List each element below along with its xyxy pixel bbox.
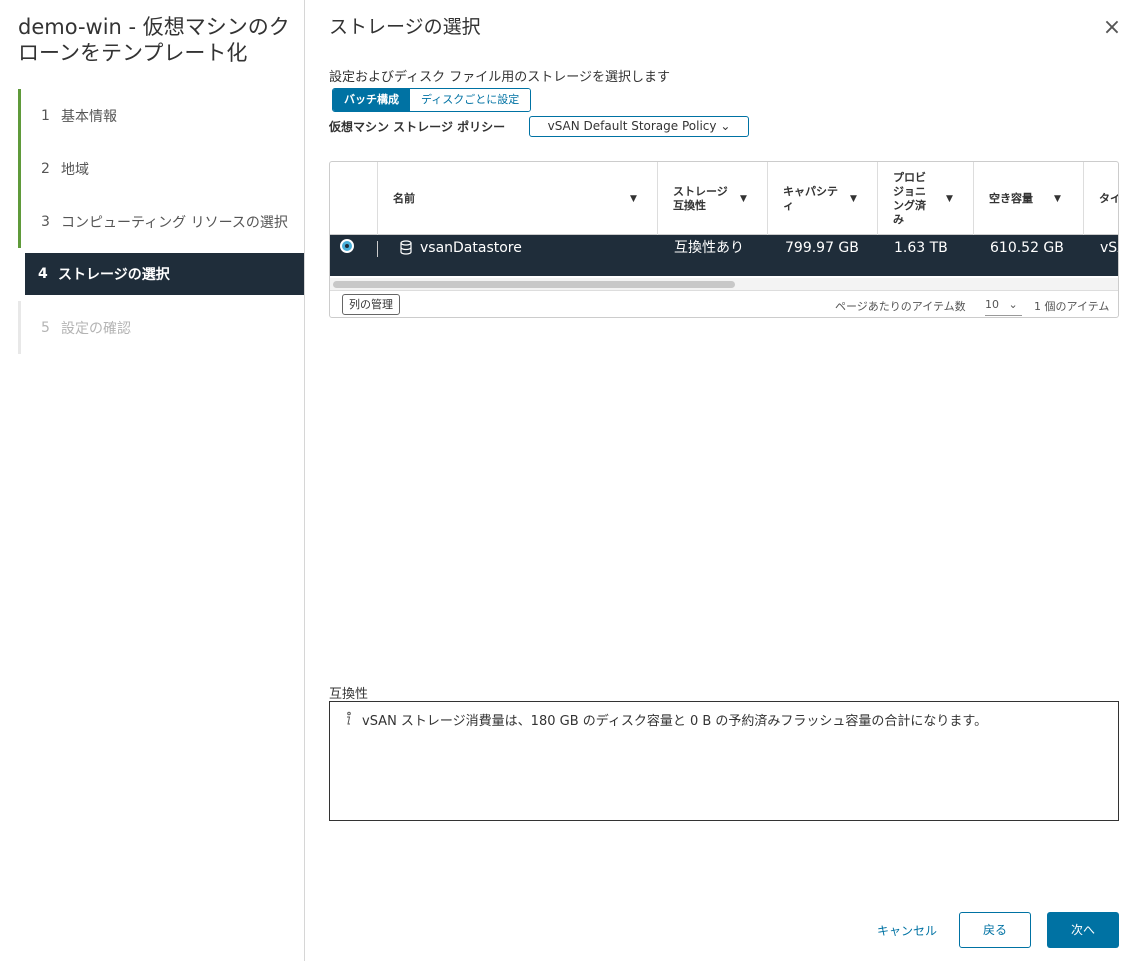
items-per-page-select[interactable]: 10 ⌄ [985,296,1022,316]
step-label: 基本情報 [61,108,117,125]
step-number: 2 [41,160,50,177]
items-per-page-label: ページあたりのアイテム数 [835,300,966,313]
cell-capacity: 799.97 GB [785,240,859,256]
step-label: ストレージの選択 [58,267,170,283]
column-type: タイ [1083,162,1119,235]
back-button[interactable]: 戻る [959,912,1031,948]
step-label: コンピューティング リソースの選択 [61,214,288,231]
table-header: 名前 ▼ ストレージ 互換性 ▼ キャパシティ ▼ プロビジョニング済み ▼ 空… [330,162,1119,235]
column-capacity: キャパシティ ▼ [767,162,877,235]
cell-type: vSA [1100,240,1118,256]
column-compatibility: ストレージ 互換性 ▼ [657,162,767,235]
config-mode-toggle: バッチ構成 ディスクごとに設定 [332,88,532,112]
batch-config-button[interactable]: バッチ構成 [333,89,410,111]
column-label: プロビジョニング済み [893,170,926,226]
chevron-down-icon: ⌄ [720,119,731,133]
page-description: 設定およびディスク ファイル用のストレージを選択します [329,70,670,85]
step-number: 3 [41,213,50,230]
chevron-down-icon: ⌄ [1008,298,1018,311]
compatibility-label: 互換性 [329,687,369,702]
close-icon[interactable]: × [1102,17,1122,39]
column-label: 名前 [393,191,415,205]
filter-icon[interactable]: ▼ [946,194,953,204]
filter-icon[interactable]: ▼ [1054,194,1061,204]
cancel-button[interactable]: キャンセル [869,913,945,949]
step-number: 4 [38,266,48,282]
next-button[interactable]: 次へ [1047,912,1119,948]
wizard-steps: 1 基本情報 2 地域 3 コンピューティング リソースの選択 4 ストレージの… [18,89,304,354]
step-basic-info[interactable]: 1 基本情報 [18,89,304,142]
storage-policy-value: vSAN Default Storage Policy [547,119,717,133]
step-review: 5 設定の確認 [18,301,304,354]
wizard-title: demo-win - 仮想マシンのクローンをテンプレート化 [18,15,290,65]
filter-icon[interactable]: ▼ [740,194,747,204]
column-provisioned: プロビジョニング済み ▼ [877,162,973,235]
item-count: 1 個のアイテム [1034,300,1110,313]
per-disk-config-button[interactable]: ディスクごとに設定 [410,89,531,111]
column-free-space: 空き容量 ▼ [973,162,1083,235]
step-number: 1 [41,107,50,124]
filter-icon[interactable]: ▼ [850,194,857,204]
filter-icon[interactable]: ▼ [630,194,637,204]
row-divider [377,241,378,257]
storage-policy-select[interactable]: vSAN Default Storage Policy ⌄ [529,116,749,137]
wizard-content: ストレージの選択 × 設定およびディスク ファイル用のストレージを選択します バ… [329,0,1122,961]
step-label: 地域 [61,161,89,178]
cell-name: vsanDatastore [420,240,522,256]
step-label: 設定の確認 [61,320,131,337]
compatibility-message: vSAN ストレージ消費量は、180 GB のディスク容量と 0 B の予約済み… [362,714,988,729]
scrollbar-thumb[interactable] [333,281,735,288]
table-row[interactable]: vsanDatastore 互換性あり 799.97 GB 1.63 TB 61… [330,235,1118,276]
items-per-page-value: 10 [985,298,999,311]
column-name: 名前 ▼ [377,162,657,235]
datastore-icon [400,240,412,255]
column-label: キャパシティ [783,184,838,212]
column-label: 空き容量 [989,191,1033,205]
manage-columns-button[interactable]: 列の管理 [342,294,400,315]
cell-provisioned: 1.63 TB [894,240,948,256]
row-select-radio[interactable] [340,239,354,253]
info-icon [347,711,351,725]
page-title: ストレージの選択 [329,16,481,38]
cell-free-space: 610.52 GB [990,240,1064,256]
cell-compatibility: 互換性あり [674,240,744,256]
step-compute-resource[interactable]: 3 コンピューティング リソースの選択 [18,195,304,248]
column-label: ストレージ 互換性 [673,184,728,212]
storage-policy-label: 仮想マシン ストレージ ポリシー [329,120,506,134]
step-region[interactable]: 2 地域 [18,142,304,195]
table-footer: 列の管理 ページあたりのアイテム数 10 ⌄ 1 個のアイテム [330,290,1118,317]
step-storage[interactable]: 4 ストレージの選択 [25,253,304,295]
column-label: タイ [1099,191,1119,205]
horizontal-scrollbar[interactable] [330,278,1118,290]
step-number: 5 [41,319,50,336]
wizard-sidebar: demo-win - 仮想マシンのクローンをテンプレート化 1 基本情報 2 地… [0,0,305,961]
compatibility-panel: vSAN ストレージ消費量は、180 GB のディスク容量と 0 B の予約済み… [329,701,1119,821]
clone-to-template-wizard: demo-win - 仮想マシンのクローンをテンプレート化 1 基本情報 2 地… [0,0,1134,961]
datastore-table: 名前 ▼ ストレージ 互換性 ▼ キャパシティ ▼ プロビジョニング済み ▼ 空… [329,161,1119,318]
